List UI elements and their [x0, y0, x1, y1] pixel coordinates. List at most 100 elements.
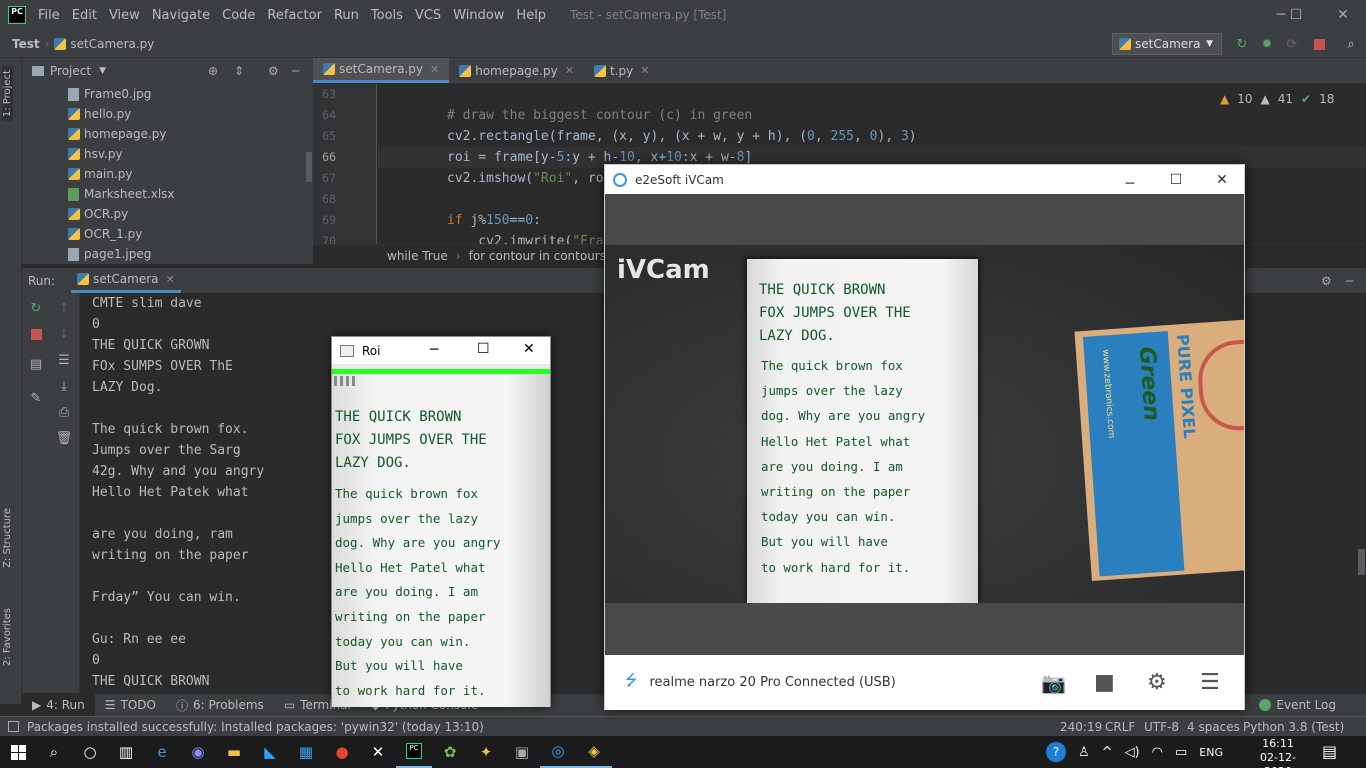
python-interpreter[interactable]: Python 3.8 (Test)	[1243, 720, 1344, 734]
tree-file[interactable]: hello.py	[22, 104, 313, 124]
video-record-icon[interactable]: ■	[1094, 670, 1115, 695]
close-button[interactable]: ✕	[1199, 166, 1245, 193]
tree-file[interactable]: OCR.py	[22, 204, 313, 224]
console-scrollbar[interactable]	[1358, 549, 1365, 575]
search-icon[interactable]: ⌕	[1343, 36, 1359, 52]
nav-project[interactable]: Test	[12, 37, 40, 51]
pycharm-icon[interactable]: PC	[396, 736, 432, 768]
ivcam-title-bar[interactable]: e2eSoft iVCam ─ ☐ ✕	[605, 165, 1244, 194]
inspection-widget[interactable]: ▲ 10 ▲ 41 ✔ 18	[1220, 90, 1334, 108]
settings-app-icon[interactable]: ✿	[432, 736, 468, 768]
pin-icon[interactable]: ✎	[27, 389, 45, 407]
battery-icon[interactable]: ▭	[1175, 745, 1187, 760]
close-tab-icon[interactable]: ✕	[430, 63, 439, 76]
volume-icon[interactable]: ◁)	[1125, 745, 1140, 760]
gear-icon[interactable]: ⚙	[1321, 274, 1332, 288]
clock[interactable]: 16:11 02-12-2020	[1248, 737, 1308, 768]
wifi-icon[interactable]: ◠	[1152, 745, 1163, 760]
calendar-icon[interactable]: ▦	[288, 736, 324, 768]
run-tab[interactable]: setCamera ✕	[71, 268, 181, 293]
soft-wrap-icon[interactable]: ☰	[55, 351, 73, 369]
hide-panel-icon[interactable]: ─	[292, 64, 299, 78]
line-separator[interactable]: CRLF	[1105, 720, 1135, 734]
menu-edit[interactable]: Edit	[66, 8, 103, 23]
coverage-icon[interactable]: ⟳	[1284, 36, 1300, 52]
menu-file[interactable]: File	[32, 8, 66, 23]
caret-position[interactable]: 240:19	[1060, 720, 1102, 734]
notifications-icon[interactable]: ▤	[1322, 742, 1337, 761]
tab-problems[interactable]: ⓘ 6: Problems	[166, 694, 274, 716]
file-explorer-icon[interactable]: ▬	[216, 736, 252, 768]
search-icon[interactable]: ⌕	[36, 736, 72, 768]
menu-vcs[interactable]: VCS	[409, 8, 447, 23]
tab-setcamera[interactable]: setCamera.py ✕	[313, 58, 450, 83]
run-configuration-select[interactable]: setCamera ▼	[1112, 33, 1222, 55]
camera-icon[interactable]: 📷	[1041, 671, 1066, 695]
menu-window[interactable]: Window	[447, 8, 510, 23]
favorites-tool-tab[interactable]: 2: Favorites	[2, 608, 13, 666]
chevron-up-icon[interactable]: ^	[1102, 745, 1113, 760]
edge-icon[interactable]: e	[144, 736, 180, 768]
close-tab-icon[interactable]: ✕	[640, 64, 649, 77]
tree-file[interactable]: hsv.py	[22, 144, 313, 164]
menu-view[interactable]: View	[103, 8, 146, 23]
menu-code[interactable]: Code	[216, 8, 261, 23]
excel-icon[interactable]: ✕	[360, 736, 396, 768]
toggle-panels-icon[interactable]	[8, 721, 19, 732]
nav-file[interactable]: setCamera.py	[54, 37, 154, 51]
trash-icon[interactable]: 🗑	[55, 429, 73, 447]
tab-homepage[interactable]: homepage.py ✕	[449, 58, 584, 83]
breadcrumb-item[interactable]: while True	[387, 249, 448, 263]
chrome-icon[interactable]: ●	[324, 736, 360, 768]
tree-file[interactable]: Frame0.jpg	[22, 84, 313, 104]
minimize-button[interactable]: ─	[430, 342, 438, 358]
hide-panel-icon[interactable]: ─	[1346, 274, 1353, 288]
close-button[interactable]: ✕	[1320, 0, 1366, 30]
breadcrumb-item[interactable]: for contour in contours	[469, 249, 606, 263]
close-tab-icon[interactable]: ✕	[166, 273, 175, 286]
roi-title-bar[interactable]: Roi ─ ☐ ✕	[332, 337, 550, 364]
hamburger-menu-icon[interactable]: ☰	[1200, 670, 1220, 695]
tree-file[interactable]: page1.jpeg	[22, 244, 313, 264]
settings-gear-icon[interactable]: ⚙	[1147, 670, 1167, 695]
stop-icon[interactable]	[27, 325, 45, 343]
eclipse-icon[interactable]: ◉	[180, 736, 216, 768]
structure-tool-tab[interactable]: Z: Structure	[2, 508, 13, 568]
arrow-up-icon[interactable]: ↑	[55, 299, 73, 317]
debug-bug-icon[interactable]: ✹	[1259, 36, 1275, 52]
menu-refactor[interactable]: Refactor	[261, 8, 328, 23]
scroll-to-end-icon[interactable]: ⤓	[55, 377, 73, 395]
menu-navigate[interactable]: Navigate	[146, 8, 216, 23]
tree-file[interactable]: homepage.py	[22, 124, 313, 144]
cortana-icon[interactable]: ○	[72, 736, 108, 768]
menu-help[interactable]: Help	[510, 8, 552, 23]
stop-icon[interactable]	[1311, 36, 1327, 52]
input-language[interactable]: ENG	[1199, 746, 1223, 759]
vscode-icon[interactable]: ◣	[252, 736, 288, 768]
project-tool-tab[interactable]: 1: Project	[2, 66, 13, 122]
project-panel-title[interactable]: Project	[50, 64, 91, 78]
help-icon[interactable]: ?	[1046, 742, 1066, 762]
tree-file[interactable]: OCR_1.py	[22, 224, 313, 244]
file-encoding[interactable]: UTF-8	[1144, 720, 1179, 734]
close-tab-icon[interactable]: ✕	[565, 64, 574, 77]
event-log-tab[interactable]: Event Log	[1249, 694, 1346, 716]
locate-target-icon[interactable]: ⊕	[208, 64, 218, 78]
rerun-icon[interactable]: ↻	[1234, 36, 1250, 52]
ivcam-app-icon[interactable]: ◎	[540, 736, 576, 768]
tree-file[interactable]: Marksheet.xlsx	[22, 184, 313, 204]
maximize-button[interactable]: ☐	[477, 341, 490, 357]
maximize-button[interactable]: ☐	[1273, 0, 1319, 30]
tree-file[interactable]: main.py	[22, 164, 313, 184]
menu-tools[interactable]: Tools	[365, 8, 409, 23]
layout-icon[interactable]: ▤	[27, 355, 45, 373]
print-icon[interactable]: ⎙	[55, 403, 73, 421]
close-button[interactable]: ✕	[523, 341, 535, 357]
status-message[interactable]: Packages installed successfully: Install…	[27, 720, 484, 734]
rerun-icon[interactable]: ↻	[27, 299, 45, 317]
windows-start-icon[interactable]	[0, 736, 36, 768]
task-view-icon[interactable]: ▥	[108, 736, 144, 768]
tab-t[interactable]: t.py ✕	[584, 58, 659, 83]
python-app-icon[interactable]: ◈	[576, 736, 612, 768]
chevron-down-icon[interactable]: ▼	[99, 66, 106, 76]
